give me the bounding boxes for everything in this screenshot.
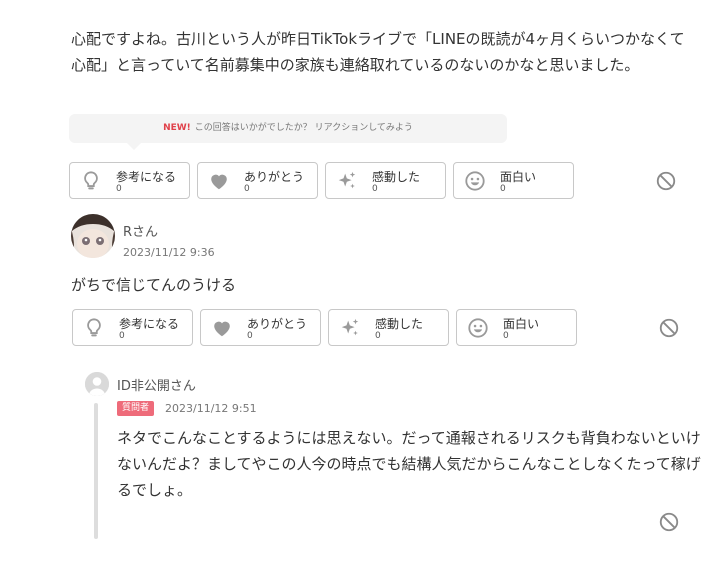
reaction-label: 参考になる bbox=[116, 170, 177, 184]
reaction-prompt: NEW! この回答はいかがでしたか？ リアクションしてみよう bbox=[69, 114, 507, 150]
reaction-label: 感動した bbox=[375, 317, 424, 331]
reaction-button-funny[interactable]: 面白い 0 bbox=[453, 162, 574, 199]
comment-user-name[interactable]: Rさん bbox=[123, 221, 158, 240]
reply-user-id: ID非公開 bbox=[117, 379, 170, 394]
new-label: NEW! bbox=[163, 123, 191, 133]
smile-icon bbox=[464, 170, 486, 192]
ban-icon[interactable] bbox=[658, 511, 680, 533]
ban-icon[interactable] bbox=[658, 317, 680, 339]
heart-icon bbox=[208, 170, 230, 192]
reaction-count: 0 bbox=[503, 331, 509, 341]
thread-line bbox=[94, 403, 98, 539]
reaction-prompt-text: この回答はいかがでしたか？ リアクションしてみよう bbox=[194, 123, 413, 133]
smile-icon bbox=[467, 317, 489, 339]
bubble-tail bbox=[127, 143, 141, 150]
reply-user-suffix: さん bbox=[169, 379, 196, 394]
reaction-button-thanks[interactable]: ありがとう 0 bbox=[197, 162, 318, 199]
sparkle-icon bbox=[336, 170, 358, 192]
avatar[interactable] bbox=[71, 214, 115, 258]
ban-icon[interactable] bbox=[655, 170, 677, 192]
avatar bbox=[85, 372, 109, 396]
sparkle-icon bbox=[339, 317, 361, 339]
reaction-count: 0 bbox=[247, 331, 253, 341]
reaction-button-funny[interactable]: 面白い 0 bbox=[456, 309, 577, 346]
reaction-label: 面白い bbox=[503, 317, 540, 331]
reaction-count: 0 bbox=[372, 184, 378, 194]
reaction-button-helpful[interactable]: 参考になる 0 bbox=[72, 309, 193, 346]
reaction-button-helpful[interactable]: 参考になる 0 bbox=[69, 162, 190, 199]
reaction-label: 参考になる bbox=[119, 317, 180, 331]
reaction-count: 0 bbox=[116, 184, 122, 194]
answer-text: 心配ですよね。古川という人が昨日TikTokライブで「LINEの既読が4ヶ月くら… bbox=[71, 30, 685, 74]
lightbulb-icon bbox=[83, 317, 105, 339]
reaction-label: ありがとう bbox=[247, 317, 308, 331]
comment-reactions: 参考になる 0 ありがとう 0 感動した 0 面白い 0 bbox=[72, 309, 577, 346]
questioner-badge: 質問者 bbox=[117, 401, 155, 416]
reaction-count: 0 bbox=[119, 331, 125, 341]
reaction-count: 0 bbox=[375, 331, 381, 341]
comment-text: がちで信じてんのうける bbox=[71, 276, 237, 294]
reaction-button-moved[interactable]: 感動した 0 bbox=[328, 309, 449, 346]
reaction-label: ありがとう bbox=[244, 170, 305, 184]
reaction-label: 感動した bbox=[372, 170, 421, 184]
reaction-label: 面白い bbox=[500, 170, 537, 184]
reply-date: 2023/11/12 9:51 bbox=[165, 402, 257, 415]
reaction-count: 0 bbox=[244, 184, 250, 194]
comment-date: 2023/11/12 9:36 bbox=[123, 246, 215, 259]
reply-user-name: ID非公開さん bbox=[117, 375, 196, 394]
answer-reactions: 参考になる 0 ありがとう 0 感動した 0 面白い 0 bbox=[69, 162, 574, 199]
reply-text: ネタでこんなことするようには思えない。だって通報されるリスクも背負わないといけな… bbox=[117, 429, 701, 499]
reaction-button-thanks[interactable]: ありがとう 0 bbox=[200, 309, 321, 346]
heart-icon bbox=[211, 317, 233, 339]
reaction-count: 0 bbox=[500, 184, 506, 194]
reaction-button-moved[interactable]: 感動した 0 bbox=[325, 162, 446, 199]
lightbulb-icon bbox=[80, 170, 102, 192]
